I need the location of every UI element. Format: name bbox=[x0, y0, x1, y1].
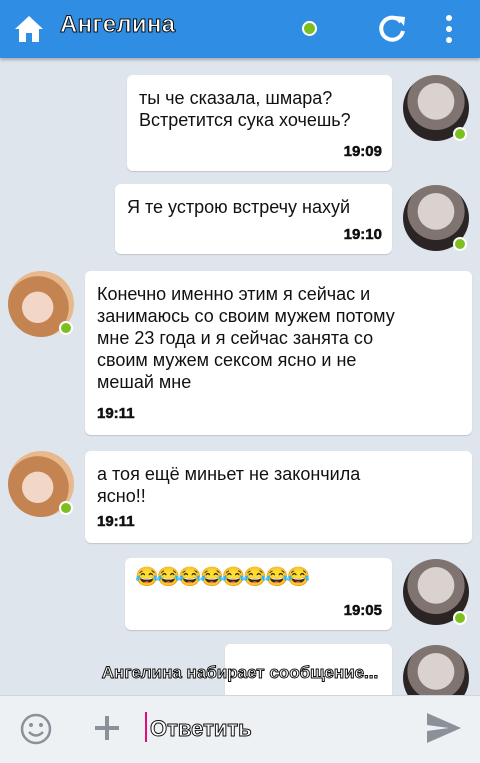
message-text-line: ясно!! bbox=[97, 486, 146, 506]
message-bubble-outgoing[interactable]: 😂😂😂😂😂😂😂😂 19:05 bbox=[125, 558, 392, 630]
send-icon[interactable] bbox=[425, 711, 463, 745]
message-time: 19:09 bbox=[343, 143, 382, 161]
message-bubble-outgoing[interactable]: ты че сказала, шмара? Встретится сука хо… bbox=[127, 75, 392, 171]
message-text-line: мешай мне bbox=[97, 372, 192, 392]
message-text-line: Конечно именно этим я сейчас и bbox=[97, 284, 371, 304]
message-text-line: занимаюсь со своим мужем потому bbox=[97, 306, 395, 326]
message-text-line: Встретится сука хочешь? bbox=[139, 110, 351, 130]
message-bubble-incoming[interactable]: Конечно именно этим я сейчас и занимаюсь… bbox=[85, 271, 472, 435]
more-menu-icon[interactable] bbox=[441, 12, 457, 46]
refresh-icon[interactable] bbox=[375, 12, 409, 46]
home-icon[interactable] bbox=[12, 12, 46, 46]
plus-icon[interactable] bbox=[93, 712, 121, 744]
message-text-line: 😂😂😂😂😂😂😂😂 bbox=[135, 567, 310, 588]
message-text-line: ты че сказала, шмара? bbox=[139, 88, 333, 108]
message-time: 19:11 bbox=[97, 405, 135, 423]
online-status-indicator bbox=[302, 21, 317, 36]
message-time: 19:11 bbox=[97, 513, 135, 531]
message-list[interactable]: ты че сказала, шмара? Встретится сука хо… bbox=[0, 58, 480, 695]
message-text-line: а тоя ещё миньет не закончила bbox=[97, 464, 361, 484]
reply-input[interactable] bbox=[146, 713, 390, 745]
emoji-icon[interactable] bbox=[20, 713, 52, 745]
message-time: 19:05 bbox=[343, 602, 382, 620]
message-bubble-incoming[interactable]: а тоя ещё миньет не закончила ясно!! 19:… bbox=[85, 451, 472, 543]
online-dot bbox=[453, 611, 467, 625]
message-text-line: мне 23 года и я сейчас занята со bbox=[97, 328, 374, 348]
message-bubble-outgoing[interactable]: Я те устрою встречу нахуй 19:10 bbox=[115, 184, 392, 254]
message-text-line: Я те устрою встречу нахуй bbox=[127, 197, 351, 217]
message-time: 19:10 bbox=[343, 226, 382, 244]
chat-title[interactable]: Ангелина bbox=[59, 11, 175, 39]
online-dot bbox=[453, 237, 467, 251]
message-text-line: своим мужем сексом ясно и не bbox=[97, 350, 357, 370]
online-dot bbox=[59, 501, 73, 515]
top-bar: Ангелина bbox=[0, 0, 480, 58]
typing-indicator: Ангелина набирает сообщение... bbox=[101, 663, 379, 683]
online-dot bbox=[453, 127, 467, 141]
online-dot bbox=[59, 321, 73, 335]
